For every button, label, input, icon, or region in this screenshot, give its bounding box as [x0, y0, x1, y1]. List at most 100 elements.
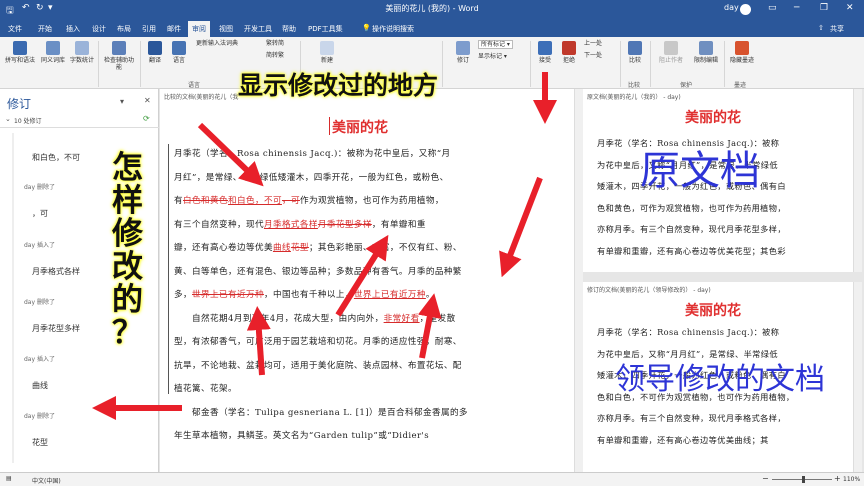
tab-mailings[interactable]: 邮件	[167, 24, 181, 34]
fan2jian-button[interactable]: 繁转简	[266, 40, 284, 47]
zoom-slider-thumb[interactable]	[802, 476, 805, 483]
hide-ink-label: 隐藏墨迹	[729, 57, 754, 64]
document-text: 植花篱、花架。	[174, 384, 237, 394]
inserted-text: 和白色，不可	[227, 196, 282, 206]
annotation-original: 原文档	[640, 148, 760, 194]
tab-insert[interactable]: 插入	[66, 24, 80, 34]
zoom-in-icon[interactable]: +	[834, 474, 841, 483]
share-button[interactable]: 共享	[830, 24, 844, 34]
separator	[140, 41, 141, 87]
revision-meta: day 删除了	[24, 184, 55, 191]
tab-view[interactable]: 视图	[219, 24, 233, 34]
document-text: 郁金香（学名：Tulipa gesneriana L. [1]）是百合科郁金香属…	[174, 407, 468, 418]
close-icon[interactable]: ✕	[846, 3, 854, 13]
markup-select-value: 所有标记	[481, 41, 506, 48]
page-icon: ▤	[6, 475, 12, 482]
pane-options-icon[interactable]: ▾	[120, 97, 124, 106]
word-count-button[interactable]: 字数统计	[70, 41, 94, 64]
accept-button[interactable]: 接受	[534, 41, 556, 64]
pane-close-icon[interactable]: ✕	[144, 96, 151, 105]
jian2fan-button[interactable]: 简转繁	[266, 52, 284, 59]
reject-button[interactable]: 拒绝	[558, 41, 580, 64]
zoom-level[interactable]: 110%	[843, 476, 860, 483]
revision-item[interactable]: 曲线	[32, 380, 48, 391]
user-name[interactable]: day	[724, 3, 739, 12]
ribbon-display-icon[interactable]: ▭	[768, 3, 777, 13]
accessibility-button[interactable]: 检查辅助功能	[104, 41, 134, 71]
tab-home[interactable]: 开始	[38, 24, 52, 34]
language-label: 语言	[172, 57, 185, 64]
language-status[interactable]: 中文(中国)	[32, 476, 61, 485]
revision-item[interactable]: 月季格式各样	[32, 266, 80, 277]
restrict-editing-icon	[699, 41, 713, 55]
annotation-left-char: 改	[112, 249, 143, 285]
document-text: 月季花（学名：Rosa chinensis Jacq.)：被称为花中皇后，又称“…	[174, 149, 451, 159]
tab-pdf-tools[interactable]: PDF工具集	[308, 24, 343, 34]
tab-references[interactable]: 引用	[142, 24, 156, 34]
compare-button[interactable]: 比较	[624, 41, 646, 64]
language-button[interactable]: 语言	[168, 41, 190, 64]
document-text: 多，	[174, 290, 192, 300]
track-changes-button[interactable]: 修订	[452, 41, 474, 64]
compare-label: 比较	[628, 57, 641, 64]
zoom-out-icon[interactable]: −	[762, 474, 769, 483]
document-line: 月季花（学名：Rosa chinensis Jacq.)：被称为花中皇后，又称“…	[174, 143, 451, 167]
tab-developer[interactable]: 开发工具	[244, 24, 272, 34]
previous-change-button[interactable]: 上一处	[584, 40, 602, 47]
annotation-top: 显示修改过的地方	[238, 71, 439, 100]
tab-layout[interactable]: 布局	[117, 24, 131, 34]
document-line: 有三个自然变种，现代月季格式各样月季花型多样，有单瓣和重	[174, 214, 426, 238]
reject-label: 拒绝	[562, 57, 575, 64]
revision-item[interactable]: 和白色，不可	[32, 152, 80, 163]
original-scrollbar[interactable]	[853, 89, 862, 272]
document-text: ，呈发散	[419, 313, 456, 324]
block-authors-button[interactable]: 阻止作者	[654, 41, 688, 64]
new-comment-button[interactable]: 新建	[316, 41, 338, 64]
show-markup-button[interactable]: 显示标记 ▾	[478, 53, 507, 60]
compare-icon	[628, 41, 642, 55]
translate-button[interactable]: 翻译	[144, 41, 166, 64]
revision-item[interactable]: ，可	[32, 208, 48, 219]
update-ime-dict-button[interactable]: 更新输入法词典	[196, 40, 238, 47]
document-line: 郁金香（学名：Tulipa gesneriana L. [1]）是百合科郁金香属…	[174, 402, 468, 426]
collapse-icon[interactable]: ⌄	[5, 115, 11, 123]
next-change-button[interactable]: 下一处	[584, 52, 602, 59]
group-ink-label: 墨迹	[734, 82, 747, 89]
minimize-icon[interactable]: ─	[794, 3, 799, 13]
show-markup-label: 显示标记	[478, 53, 503, 60]
tab-review[interactable]: 审阅	[188, 21, 210, 37]
share-icon[interactable]: ⇧	[818, 24, 824, 32]
tab-design[interactable]: 设计	[92, 24, 106, 34]
thesaurus-button[interactable]: 同义词库	[38, 41, 68, 64]
avatar[interactable]	[740, 4, 751, 15]
separator	[530, 41, 531, 87]
spelling-button[interactable]: 拼写和语法	[4, 41, 36, 64]
hide-ink-button[interactable]: 隐藏墨迹	[728, 41, 756, 64]
revision-item[interactable]: 月季花型多样	[32, 323, 80, 334]
restore-icon[interactable]: ❐	[820, 3, 828, 13]
change-bar	[329, 117, 330, 135]
document-line: 有单瓣和重瓣，还有高心卷边等优美花型；其色彩	[597, 245, 786, 256]
separator	[98, 41, 99, 87]
title-bar: 🖫 ↶ ↻ ▾ 美丽的花儿 (我的) - Word day ▭ ─ ❐ ✕	[0, 0, 864, 20]
tab-help[interactable]: 帮助	[282, 24, 296, 34]
revised-scrollbar[interactable]	[853, 282, 862, 472]
spelling-icon	[13, 41, 27, 55]
next-change-label: 下一处	[584, 52, 603, 59]
reject-icon	[562, 41, 576, 55]
change-bar	[168, 144, 169, 394]
restrict-editing-button[interactable]: 限制编辑	[690, 41, 722, 64]
compared-scrollbar[interactable]	[574, 89, 583, 472]
revision-item[interactable]: 花型	[32, 437, 48, 448]
separator	[650, 41, 651, 87]
refresh-icon[interactable]: ⟳	[143, 114, 150, 123]
document-line: 有白色和黄色和白色，不可，可作为观赏植物，也可作为药用植物，	[174, 190, 444, 214]
compared-document[interactable]: 比较的文档(美丽的花儿（我 美丽的花 月季花（学名：Rosa chinensis…	[160, 89, 574, 472]
document-text: 瓣，还有高心卷边等优美	[174, 243, 273, 253]
tell-me-search[interactable]: 操作说明搜索	[372, 24, 414, 34]
markup-select[interactable]: 所有标记 ▾	[478, 40, 513, 49]
annotation-revised: 领导修改的文档	[615, 362, 825, 397]
tab-file[interactable]: 文件	[8, 24, 22, 34]
document-line: 年生草本植物，具鳞茎。英文名为“Garden tulip”或“Didier's	[174, 425, 429, 449]
separator	[442, 41, 443, 87]
